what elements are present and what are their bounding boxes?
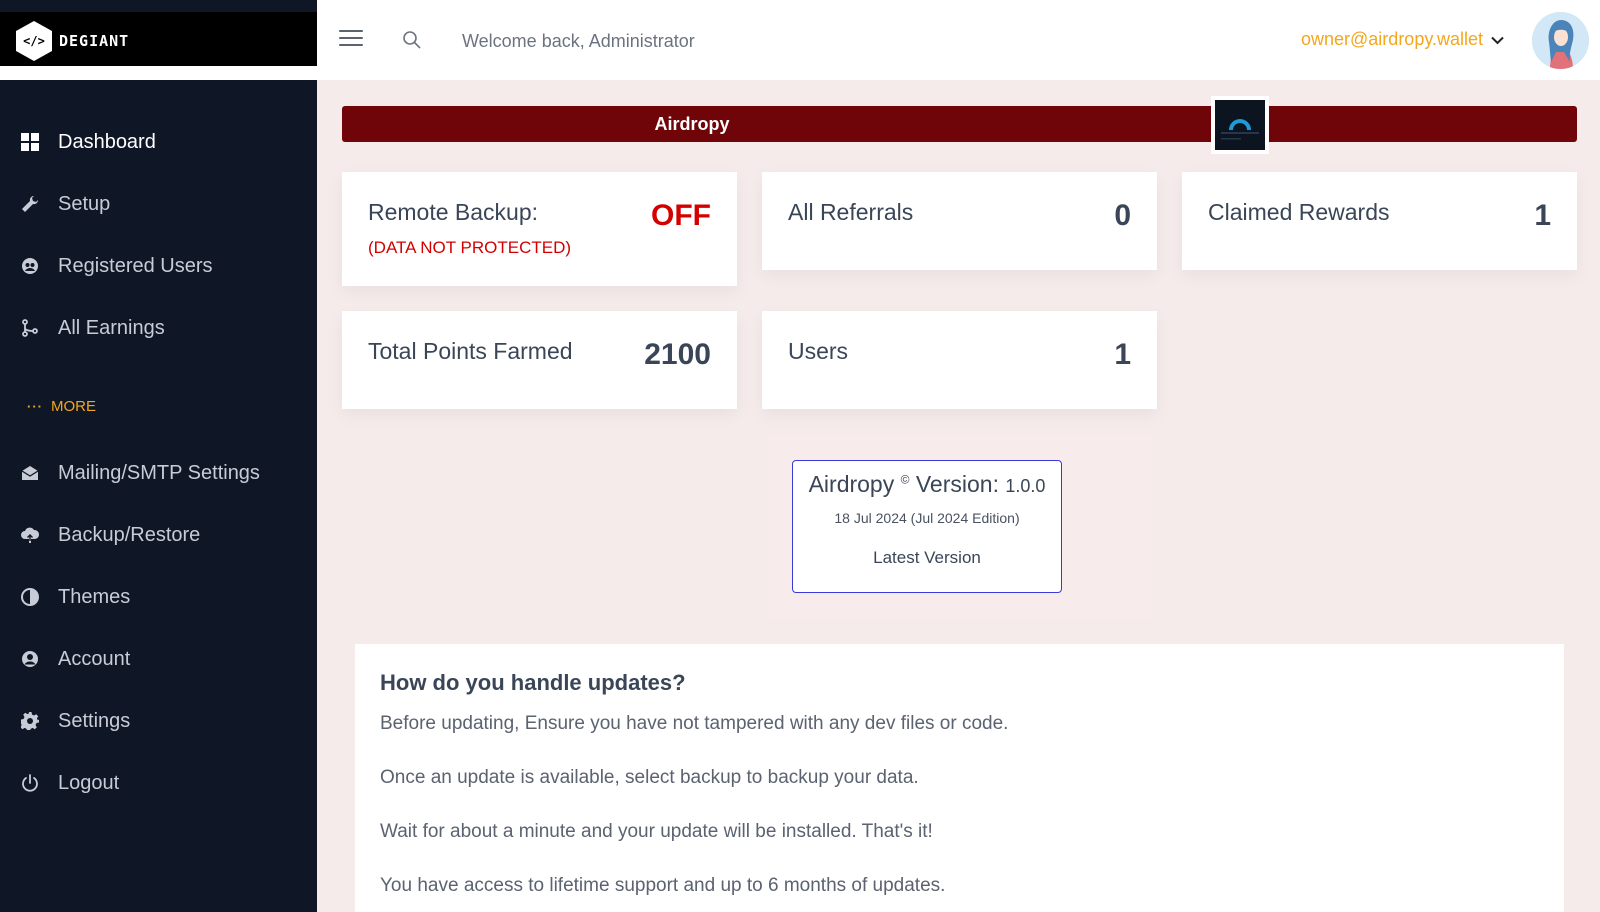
sidebar-item-all-earnings[interactable]: All Earnings (0, 306, 317, 350)
claimed-rewards-card: Claimed Rewards 1 (1182, 172, 1577, 270)
card-title: Remote Backup: (368, 199, 539, 225)
sidebar-item-registered-users[interactable]: Registered Users (0, 244, 317, 288)
envelope-icon (20, 463, 40, 483)
updates-info-panel: How do you handle updates? Before updati… (355, 644, 1564, 912)
version-status: Latest Version (873, 548, 981, 567)
sidebar-item-label: Themes (58, 585, 131, 608)
users-icon (20, 256, 40, 276)
menu-toggle-icon[interactable] (339, 30, 363, 48)
power-icon (20, 773, 40, 793)
version-box: Airdropy © Version: 1.0.0 18 Jul 2024 (J… (792, 460, 1062, 593)
card-value: 1 (1114, 338, 1131, 371)
grid-icon (20, 132, 40, 152)
sidebar-item-label: All Earnings (58, 316, 165, 339)
sidebar-item-label: Registered Users (58, 254, 213, 277)
sidebar-item-label: Backup/Restore (58, 523, 201, 546)
total-points-card: Total Points Farmed 2100 (342, 311, 737, 409)
sidebar-item-settings[interactable]: Settings (0, 699, 317, 743)
card-value: 0 (1114, 199, 1131, 232)
updates-line: You have access to lifetime support and … (380, 875, 946, 896)
top-header: Welcome back, Administrator owner@airdro… (317, 0, 1600, 80)
avatar[interactable] (1532, 12, 1589, 69)
updates-line: Once an update is available, select back… (380, 767, 919, 788)
app-banner: Airdropy (342, 106, 1577, 142)
sidebar-item-account[interactable]: Account (0, 637, 317, 681)
sidebar-item-setup[interactable]: Setup (0, 182, 317, 226)
version-number: 1.0.0 (1005, 476, 1046, 496)
sidebar-item-mailing-smtp[interactable]: Mailing/SMTP Settings (0, 451, 317, 495)
sidebar-item-themes[interactable]: Themes (0, 575, 317, 619)
branch-icon (20, 318, 40, 338)
more-section-label: ··· MORE (27, 398, 96, 415)
card-title: All Referrals (788, 199, 914, 225)
card-title: Users (788, 338, 849, 364)
users-card: Users 1 (762, 311, 1157, 409)
sidebar-item-dashboard[interactable]: Dashboard (0, 120, 317, 164)
sidebar-item-label: Settings (58, 709, 131, 732)
version-date: 18 Jul 2024 (Jul 2024 Edition) (834, 510, 1020, 526)
updates-heading: How do you handle updates? (380, 670, 686, 695)
welcome-text: Welcome back, Administrator (462, 31, 695, 51)
updates-line: Wait for about a minute and your update … (380, 821, 933, 842)
card-title: Claimed Rewards (1208, 199, 1390, 225)
search-icon[interactable] (402, 30, 422, 50)
chevron-down-icon (1491, 29, 1504, 50)
wrench-icon (20, 194, 40, 214)
gear-icon (20, 711, 40, 731)
card-value: 2100 (644, 338, 711, 371)
app-thumbnail-image[interactable] (1211, 96, 1269, 154)
logo-text: DEGIANT (59, 32, 130, 50)
logo-bar[interactable]: </> DEGIANT (0, 12, 317, 68)
logo-icon: </> (16, 21, 52, 61)
sidebar-item-label: Dashboard (58, 130, 156, 153)
card-title: Total Points Farmed (368, 338, 573, 364)
user-circle-icon (20, 649, 40, 669)
banner-title: Airdropy (654, 114, 730, 134)
remote-backup-card: Remote Backup: OFF (DATA NOT PROTECTED) (342, 172, 737, 286)
remote-backup-status: OFF (651, 199, 711, 232)
all-referrals-card: All Referrals 0 (762, 172, 1157, 270)
sidebar: </> DEGIANT Dashboard Setup Registered U… (0, 0, 317, 912)
contrast-icon (20, 587, 40, 607)
sidebar-item-label: Logout (58, 771, 120, 794)
card-value: 1 (1534, 199, 1551, 232)
sidebar-item-backup-restore[interactable]: Backup/Restore (0, 513, 317, 557)
more-dots-icon: ··· (27, 399, 43, 414)
user-menu-dropdown[interactable]: owner@airdropy.wallet (1301, 29, 1504, 50)
cloud-upload-icon (20, 525, 40, 545)
remote-backup-warning: (DATA NOT PROTECTED) (368, 238, 572, 257)
sidebar-item-label: Setup (58, 192, 111, 215)
version-heading: Airdropy © Version: 1.0.0 (808, 471, 1046, 497)
sidebar-item-logout[interactable]: Logout (0, 761, 317, 805)
divider (0, 68, 317, 80)
sidebar-item-label: Account (58, 647, 131, 670)
user-email: owner@airdropy.wallet (1301, 29, 1484, 49)
updates-line: Before updating, Ensure you have not tam… (380, 713, 1009, 734)
sidebar-item-label: Mailing/SMTP Settings (58, 461, 260, 484)
